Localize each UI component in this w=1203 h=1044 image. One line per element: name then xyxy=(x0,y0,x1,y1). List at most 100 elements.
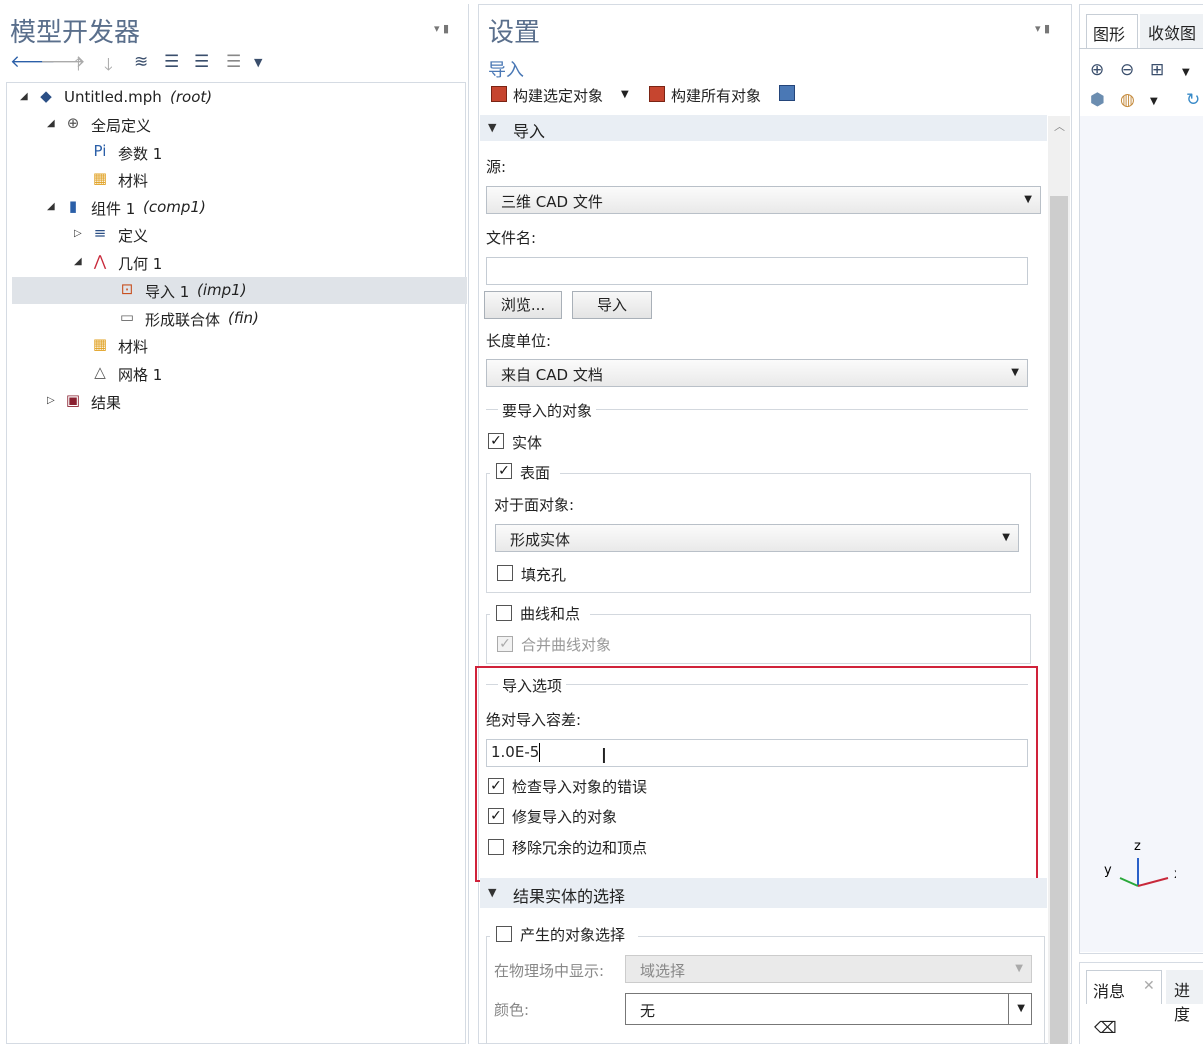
curves-points-label: 曲线和点 xyxy=(520,605,581,623)
source-select[interactable]: 三维 CAD 文件 ▼ xyxy=(486,186,1041,214)
zoom-out-icon[interactable]: ⊖ xyxy=(1120,60,1134,80)
remove-redundant-checkbox[interactable] xyxy=(488,839,504,855)
scroll-up-icon[interactable]: ︿ xyxy=(1054,118,1065,134)
model-builder-panel: 模型开发器 ▾ ▮ 🡐 🡒 🡑 🡓 ≋ ☰ ☰ ☰ ▼ ◢ ◆ Untitled.m… xyxy=(4,4,469,1044)
length-unit-select[interactable]: 来自 CAD 文档 ▼ xyxy=(486,359,1028,387)
collapse-arrow-icon[interactable]: ◢ xyxy=(47,118,55,129)
show-icon[interactable]: ≋ xyxy=(134,52,148,72)
source-value: 三维 CAD 文件 xyxy=(501,193,603,211)
objects-group-title: 要导入的对象 xyxy=(498,400,597,421)
zoom-extents-icon[interactable]: ⊞ xyxy=(1150,60,1164,80)
length-unit-label: 长度单位: xyxy=(486,332,552,350)
collapse-arrow-icon[interactable]: ▼ xyxy=(488,121,496,134)
tree-item-label: 结果 xyxy=(91,394,122,412)
tree-item[interactable]: ▦ 材料 xyxy=(12,166,467,193)
dropdown-icon[interactable]: ▼ xyxy=(254,56,262,69)
settings-menu-icon[interactable]: ▾ ▮ xyxy=(1035,22,1050,35)
render-dropdown-icon[interactable]: ▼ xyxy=(1150,96,1158,107)
tab-progress-label: 进度 xyxy=(1174,981,1191,1024)
section-result-selection-label: 结果实体的选择 xyxy=(513,887,626,906)
length-unit-value: 来自 CAD 文档 xyxy=(501,366,603,384)
import-button[interactable]: 导入 xyxy=(572,291,652,319)
graphics-canvas[interactable] xyxy=(1080,116,1203,952)
expand-arrow-icon[interactable]: ▷ xyxy=(74,228,82,239)
build-all-button[interactable]: 构建所有对象 xyxy=(671,85,761,106)
refresh-icon[interactable]: ↻ xyxy=(1186,90,1200,110)
collapse-arrow-icon[interactable]: ◢ xyxy=(74,256,82,267)
tree-item[interactable]: ▷ ▣ 结果 xyxy=(12,388,467,415)
check-errors-checkbox[interactable]: ✓ xyxy=(488,778,504,794)
collapse-arrow-icon[interactable]: ◢ xyxy=(20,91,28,102)
zoom-dropdown-icon[interactable]: ▼ xyxy=(1182,67,1190,78)
tree-item-tag: (root) xyxy=(170,88,213,106)
tree-item[interactable]: ◢ ⋀ 几何 1 xyxy=(12,249,467,276)
clear-messages-icon[interactable]: ⌫ xyxy=(1094,1018,1117,1037)
tab-progress[interactable]: 进度 xyxy=(1166,970,1203,1024)
face-objects-select[interactable]: 形成实体 ▼ xyxy=(495,524,1019,552)
section-result-selection[interactable]: ▼ 结果实体的选择 xyxy=(480,878,1047,908)
merge-curves-checkbox[interactable]: ✓ xyxy=(497,636,513,652)
show-in-physics-select[interactable]: 域选择 ▼ xyxy=(625,955,1032,983)
materials-icon: ▦ xyxy=(92,169,108,187)
build-all-icon[interactable] xyxy=(649,86,665,102)
tree-item[interactable]: ▷ ≡ 定义 xyxy=(12,221,467,248)
filename-input[interactable] xyxy=(486,257,1028,285)
tree-item[interactable]: ▦ 材料 xyxy=(12,332,467,359)
show-in-physics-value: 域选择 xyxy=(640,962,686,980)
close-icon[interactable]: ✕ xyxy=(1143,978,1155,994)
curves-points-checkbox[interactable] xyxy=(496,605,512,621)
color-select[interactable]: 无 ▼ xyxy=(625,993,1032,1025)
filename-label: 文件名: xyxy=(486,229,537,247)
geometry-icon: ⋀ xyxy=(93,252,107,270)
axis-y-label: y xyxy=(1104,863,1112,878)
section-import[interactable]: ▼ 导入 xyxy=(480,115,1047,141)
collapse-arrow-icon[interactable]: ◢ xyxy=(47,201,55,212)
axis-y-line xyxy=(1119,877,1139,887)
expand-all-icon[interactable]: ☰ xyxy=(194,52,209,72)
tree-item[interactable]: ▭ 形成联合体 (fin) xyxy=(12,305,467,332)
surfaces-checkbox[interactable]: ✓ xyxy=(496,463,512,479)
build-selected-button[interactable]: 构建选定对象 xyxy=(513,85,603,106)
tree-item[interactable]: ◢ ⊕ 全局定义 xyxy=(12,111,467,138)
fill-holes-label: 填充孔 xyxy=(521,566,567,584)
tree-item[interactable]: Pi 参数 1 xyxy=(12,139,467,166)
tab-messages[interactable]: 消息 ✕ xyxy=(1086,970,1162,1004)
abs-tolerance-input[interactable]: 1.0E-5 xyxy=(486,739,1028,767)
render-icon[interactable]: ◍ xyxy=(1120,90,1135,110)
expand-arrow-icon[interactable]: ▷ xyxy=(47,395,55,406)
resulting-selection-checkbox[interactable] xyxy=(496,926,512,942)
tree-item-label: 全局定义 xyxy=(91,117,152,135)
tab-graphics[interactable]: 图形 xyxy=(1086,14,1138,48)
tab-convergence[interactable]: 收敛图 xyxy=(1140,14,1203,48)
solids-label: 实体 xyxy=(512,434,543,452)
copy-icon[interactable] xyxy=(779,85,795,101)
build-selected-dropdown-icon[interactable]: ▼ xyxy=(621,89,629,100)
move-down-icon[interactable]: 🡓 xyxy=(104,52,113,81)
color-label: 颜色: xyxy=(494,1001,530,1019)
tree-item[interactable]: △ 网格 1 xyxy=(12,360,467,387)
browse-button[interactable]: 浏览... xyxy=(484,291,562,319)
tree-item-tag: (comp1) xyxy=(143,198,206,216)
remove-redundant-label: 移除冗余的边和顶点 xyxy=(512,839,648,857)
build-selected-icon[interactable] xyxy=(491,86,507,102)
fill-holes-checkbox[interactable] xyxy=(497,565,513,581)
scroll-thumb[interactable] xyxy=(1050,196,1068,1044)
zoom-in-icon[interactable]: ⊕ xyxy=(1090,60,1104,80)
tree-item[interactable]: ◢ ▮ 组件 1 (comp1) xyxy=(12,194,467,221)
list-icon[interactable]: ☰ xyxy=(226,52,241,72)
model-icon: ◆ xyxy=(40,87,52,105)
collapse-all-icon[interactable]: ☰ xyxy=(164,52,179,72)
tree-item[interactable]: ◢ ◆ Untitled.mph (root) xyxy=(12,84,467,111)
result-selection-group xyxy=(486,936,1045,1044)
import-options-line xyxy=(486,684,1028,685)
import-icon: ⊡ xyxy=(120,280,134,298)
collapse-arrow-icon[interactable]: ▼ xyxy=(488,886,496,899)
solids-checkbox[interactable]: ✓ xyxy=(488,433,504,449)
repair-objects-checkbox[interactable]: ✓ xyxy=(488,808,504,824)
chevron-down-icon: ▼ xyxy=(1015,963,1023,974)
tree-item[interactable]: ⊡ 导入 1 (imp1) xyxy=(12,277,467,304)
view-cube-icon[interactable]: ⬢ xyxy=(1090,90,1105,110)
abs-tolerance-label: 绝对导入容差: xyxy=(486,711,582,729)
panel-menu-icon[interactable]: ▾ ▮ xyxy=(434,22,449,35)
move-up-icon[interactable]: 🡑 xyxy=(74,52,83,81)
